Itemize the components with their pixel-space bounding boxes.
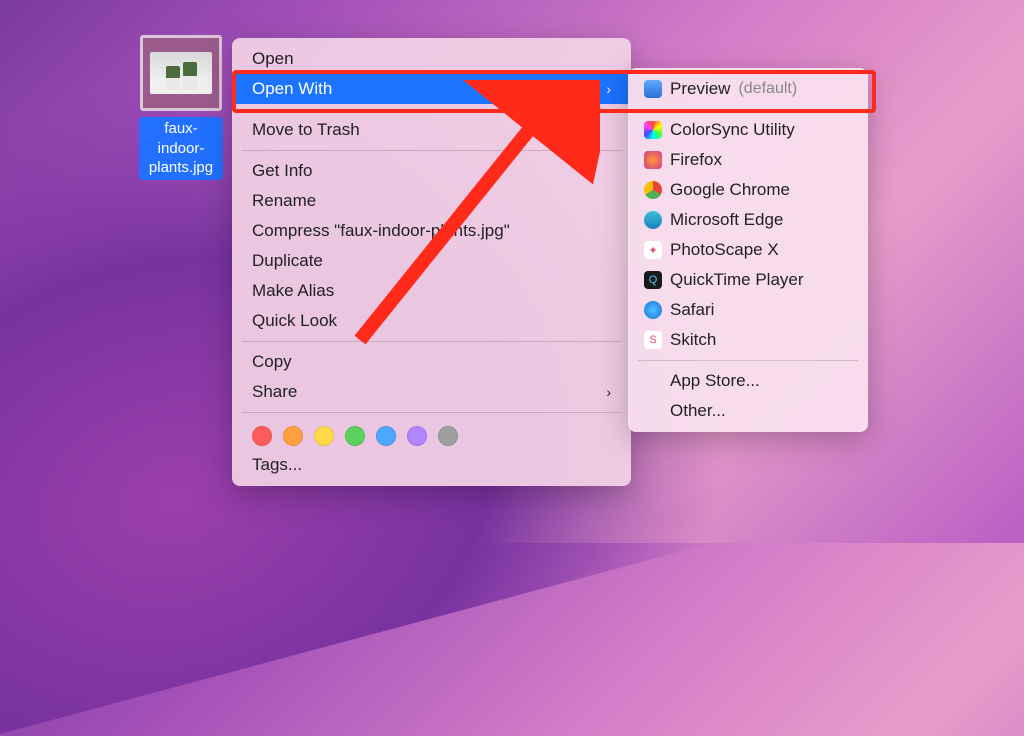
quicktime-app-icon: Q: [644, 271, 662, 289]
photoscape-app-icon: ✦: [644, 241, 662, 259]
menu-tags[interactable]: Tags...: [232, 450, 631, 480]
safari-app-icon: [644, 301, 662, 319]
menu-quicklook-label: Quick Look: [252, 311, 337, 331]
submenu-app-label: PhotoScape X: [670, 240, 779, 260]
menu-copy-label: Copy: [252, 352, 292, 372]
menu-open[interactable]: Open: [232, 44, 631, 74]
menu-compress-label: Compress "faux-indoor-plants.jpg": [252, 221, 510, 241]
menu-open-label: Open: [252, 49, 294, 69]
menu-duplicate-label: Duplicate: [252, 251, 323, 271]
submenu-app-label: Safari: [670, 300, 714, 320]
tag-yellow[interactable]: [314, 426, 334, 446]
submenu-other[interactable]: Other...: [628, 396, 868, 426]
menu-open-with-label: Open With: [252, 79, 332, 99]
menu-separator: [242, 341, 621, 342]
tag-green[interactable]: [345, 426, 365, 446]
menu-compress[interactable]: Compress "faux-indoor-plants.jpg": [232, 216, 631, 246]
submenu-firefox[interactable]: Firefox: [628, 145, 868, 175]
open-with-submenu: Preview (default) ColorSync Utility Fire…: [628, 68, 868, 432]
menu-alias-label: Make Alias: [252, 281, 334, 301]
submenu-app-label: Skitch: [670, 330, 716, 350]
menu-quick-look[interactable]: Quick Look: [232, 306, 631, 336]
submenu-default-suffix: (default): [738, 80, 797, 98]
menu-getinfo-label: Get Info: [252, 161, 312, 181]
menu-separator: [638, 360, 858, 361]
submenu-skitch[interactable]: S Skitch: [628, 325, 868, 355]
submenu-app-store[interactable]: App Store...: [628, 366, 868, 396]
menu-rename-label: Rename: [252, 191, 316, 211]
file-icon[interactable]: faux-indoor-plants.jpg: [139, 35, 223, 180]
menu-get-info[interactable]: Get Info: [232, 156, 631, 186]
submenu-photoscape[interactable]: ✦ PhotoScape X: [628, 235, 868, 265]
submenu-app-label: QuickTime Player: [670, 270, 804, 290]
menu-make-alias[interactable]: Make Alias: [232, 276, 631, 306]
tag-orange[interactable]: [283, 426, 303, 446]
menu-rename[interactable]: Rename: [232, 186, 631, 216]
submenu-preview-label: Preview: [670, 79, 730, 99]
edge-app-icon: [644, 211, 662, 229]
submenu-other-label: Other...: [670, 401, 726, 421]
preview-app-icon: [644, 80, 662, 98]
menu-open-with[interactable]: Open With ›: [232, 74, 631, 104]
submenu-colorsync[interactable]: ColorSync Utility: [628, 115, 868, 145]
file-name-label: faux-indoor-plants.jpg: [139, 117, 223, 180]
submenu-quicktime[interactable]: Q QuickTime Player: [628, 265, 868, 295]
submenu-safari[interactable]: Safari: [628, 295, 868, 325]
submenu-preview-default[interactable]: Preview (default): [628, 74, 868, 104]
tag-blue[interactable]: [376, 426, 396, 446]
menu-separator: [638, 109, 858, 110]
context-menu: Open Open With › Move to Trash Get Info …: [232, 38, 631, 486]
chevron-right-icon: ›: [606, 384, 611, 400]
chevron-right-icon: ›: [606, 81, 611, 97]
tag-purple[interactable]: [407, 426, 427, 446]
submenu-edge[interactable]: Microsoft Edge: [628, 205, 868, 235]
submenu-app-label: Microsoft Edge: [670, 210, 783, 230]
submenu-chrome[interactable]: Google Chrome: [628, 175, 868, 205]
menu-separator: [242, 412, 621, 413]
firefox-app-icon: [644, 151, 662, 169]
menu-tags-label: Tags...: [252, 455, 302, 475]
submenu-app-label: ColorSync Utility: [670, 120, 795, 140]
menu-trash-label: Move to Trash: [252, 120, 360, 140]
menu-separator: [242, 150, 621, 151]
submenu-appstore-label: App Store...: [670, 371, 760, 391]
menu-copy[interactable]: Copy: [232, 347, 631, 377]
submenu-app-label: Firefox: [670, 150, 722, 170]
file-thumbnail: [140, 35, 222, 111]
tag-red[interactable]: [252, 426, 272, 446]
menu-share-label: Share: [252, 382, 297, 402]
chrome-app-icon: [644, 181, 662, 199]
menu-share[interactable]: Share ›: [232, 377, 631, 407]
tag-gray[interactable]: [438, 426, 458, 446]
menu-duplicate[interactable]: Duplicate: [232, 246, 631, 276]
menu-move-to-trash[interactable]: Move to Trash: [232, 115, 631, 145]
menu-separator: [242, 109, 621, 110]
colorsync-app-icon: [644, 121, 662, 139]
tag-color-row: [232, 418, 631, 450]
skitch-app-icon: S: [644, 331, 662, 349]
submenu-app-label: Google Chrome: [670, 180, 790, 200]
